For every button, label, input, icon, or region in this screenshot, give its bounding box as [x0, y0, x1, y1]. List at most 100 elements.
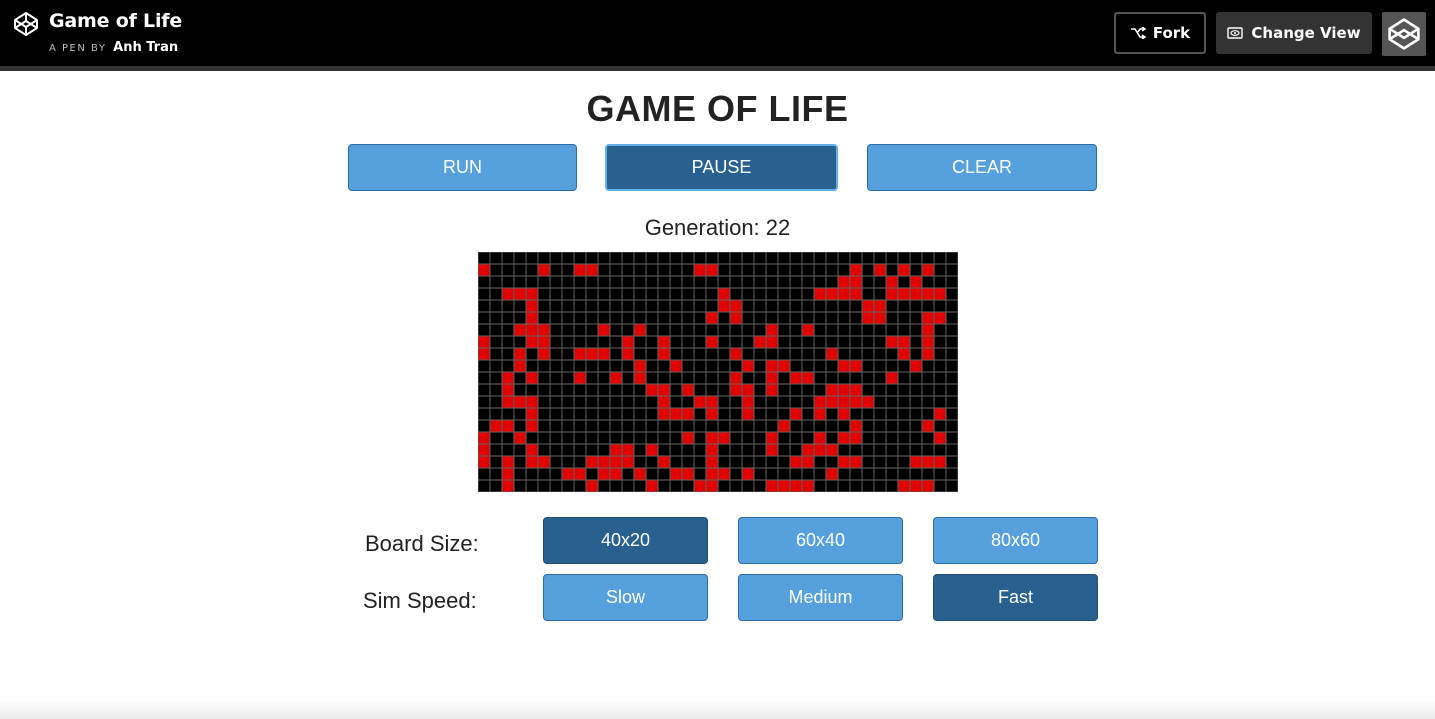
cell-dead[interactable]	[537, 287, 551, 301]
cell-alive[interactable]	[897, 479, 911, 492]
cell-dead[interactable]	[897, 419, 911, 433]
cell-alive[interactable]	[525, 311, 539, 325]
cell-dead[interactable]	[537, 479, 551, 492]
cell-dead[interactable]	[597, 479, 611, 492]
cell-dead[interactable]	[693, 467, 707, 481]
cell-alive[interactable]	[597, 323, 611, 337]
cell-dead[interactable]	[885, 359, 899, 373]
cell-alive[interactable]	[849, 383, 863, 397]
cell-dead[interactable]	[657, 431, 671, 445]
cell-dead[interactable]	[741, 311, 755, 325]
cell-dead[interactable]	[897, 431, 911, 445]
cell-dead[interactable]	[669, 287, 683, 301]
cell-dead[interactable]	[741, 455, 755, 469]
cell-dead[interactable]	[945, 263, 958, 277]
cell-dead[interactable]	[813, 371, 827, 385]
cell-dead[interactable]	[657, 359, 671, 373]
cell-dead[interactable]	[633, 252, 647, 265]
cell-dead[interactable]	[753, 383, 767, 397]
cell-alive[interactable]	[681, 467, 695, 481]
cell-alive[interactable]	[513, 395, 527, 409]
cell-alive[interactable]	[657, 347, 671, 361]
cell-alive[interactable]	[765, 371, 779, 385]
cell-dead[interactable]	[657, 311, 671, 325]
cell-alive[interactable]	[478, 443, 491, 457]
cell-dead[interactable]	[573, 252, 587, 265]
cell-dead[interactable]	[921, 467, 935, 481]
cell-dead[interactable]	[933, 335, 947, 349]
cell-dead[interactable]	[885, 347, 899, 361]
cell-alive[interactable]	[585, 347, 599, 361]
cell-dead[interactable]	[837, 347, 851, 361]
cell-dead[interactable]	[825, 455, 839, 469]
cell-dead[interactable]	[801, 347, 815, 361]
cell-dead[interactable]	[789, 359, 803, 373]
cell-dead[interactable]	[513, 455, 527, 469]
cell-dead[interactable]	[693, 407, 707, 421]
cell-alive[interactable]	[921, 323, 935, 337]
cell-dead[interactable]	[813, 359, 827, 373]
cell-dead[interactable]	[813, 275, 827, 289]
cell-dead[interactable]	[561, 383, 575, 397]
cell-alive[interactable]	[717, 431, 731, 445]
cell-alive[interactable]	[813, 431, 827, 445]
cell-dead[interactable]	[765, 407, 779, 421]
cell-dead[interactable]	[549, 371, 563, 385]
cell-alive[interactable]	[513, 323, 527, 337]
cell-alive[interactable]	[741, 359, 755, 373]
cell-dead[interactable]	[921, 431, 935, 445]
cell-alive[interactable]	[897, 263, 911, 277]
cell-alive[interactable]	[921, 419, 935, 433]
cell-dead[interactable]	[753, 359, 767, 373]
cell-alive[interactable]	[525, 443, 539, 457]
cell-dead[interactable]	[645, 467, 659, 481]
cell-dead[interactable]	[585, 359, 599, 373]
cell-dead[interactable]	[885, 431, 899, 445]
cell-dead[interactable]	[645, 419, 659, 433]
cell-dead[interactable]	[861, 252, 875, 265]
cell-dead[interactable]	[669, 479, 683, 492]
cell-dead[interactable]	[741, 479, 755, 492]
run-button[interactable]: RUN	[348, 144, 577, 191]
cell-alive[interactable]	[537, 455, 551, 469]
cell-alive[interactable]	[741, 383, 755, 397]
cell-dead[interactable]	[873, 335, 887, 349]
cell-dead[interactable]	[657, 443, 671, 457]
cell-dead[interactable]	[813, 383, 827, 397]
cell-alive[interactable]	[657, 455, 671, 469]
cell-dead[interactable]	[609, 299, 623, 313]
cell-dead[interactable]	[609, 347, 623, 361]
cell-dead[interactable]	[753, 275, 767, 289]
cell-alive[interactable]	[873, 263, 887, 277]
cell-dead[interactable]	[729, 455, 743, 469]
cell-dead[interactable]	[945, 252, 958, 265]
cell-alive[interactable]	[777, 359, 791, 373]
cell-dead[interactable]	[777, 395, 791, 409]
cell-dead[interactable]	[741, 287, 755, 301]
cell-dead[interactable]	[693, 443, 707, 457]
speed-fast-button[interactable]: Fast	[933, 574, 1098, 621]
cell-dead[interactable]	[537, 443, 551, 457]
cell-dead[interactable]	[621, 419, 635, 433]
cell-dead[interactable]	[681, 323, 695, 337]
cell-dead[interactable]	[478, 287, 491, 301]
cell-dead[interactable]	[609, 335, 623, 349]
cell-dead[interactable]	[609, 479, 623, 492]
cell-dead[interactable]	[897, 359, 911, 373]
cell-dead[interactable]	[789, 431, 803, 445]
cell-alive[interactable]	[573, 263, 587, 277]
cell-dead[interactable]	[753, 263, 767, 277]
cell-dead[interactable]	[561, 479, 575, 492]
cell-alive[interactable]	[837, 431, 851, 445]
cell-dead[interactable]	[825, 263, 839, 277]
cell-dead[interactable]	[849, 299, 863, 313]
cell-alive[interactable]	[693, 395, 707, 409]
cell-dead[interactable]	[489, 287, 503, 301]
pen-title[interactable]: Game of Life	[49, 10, 182, 32]
cell-alive[interactable]	[825, 383, 839, 397]
cell-dead[interactable]	[573, 275, 587, 289]
cell-dead[interactable]	[501, 347, 515, 361]
cell-dead[interactable]	[681, 371, 695, 385]
cell-dead[interactable]	[777, 299, 791, 313]
cell-dead[interactable]	[573, 287, 587, 301]
